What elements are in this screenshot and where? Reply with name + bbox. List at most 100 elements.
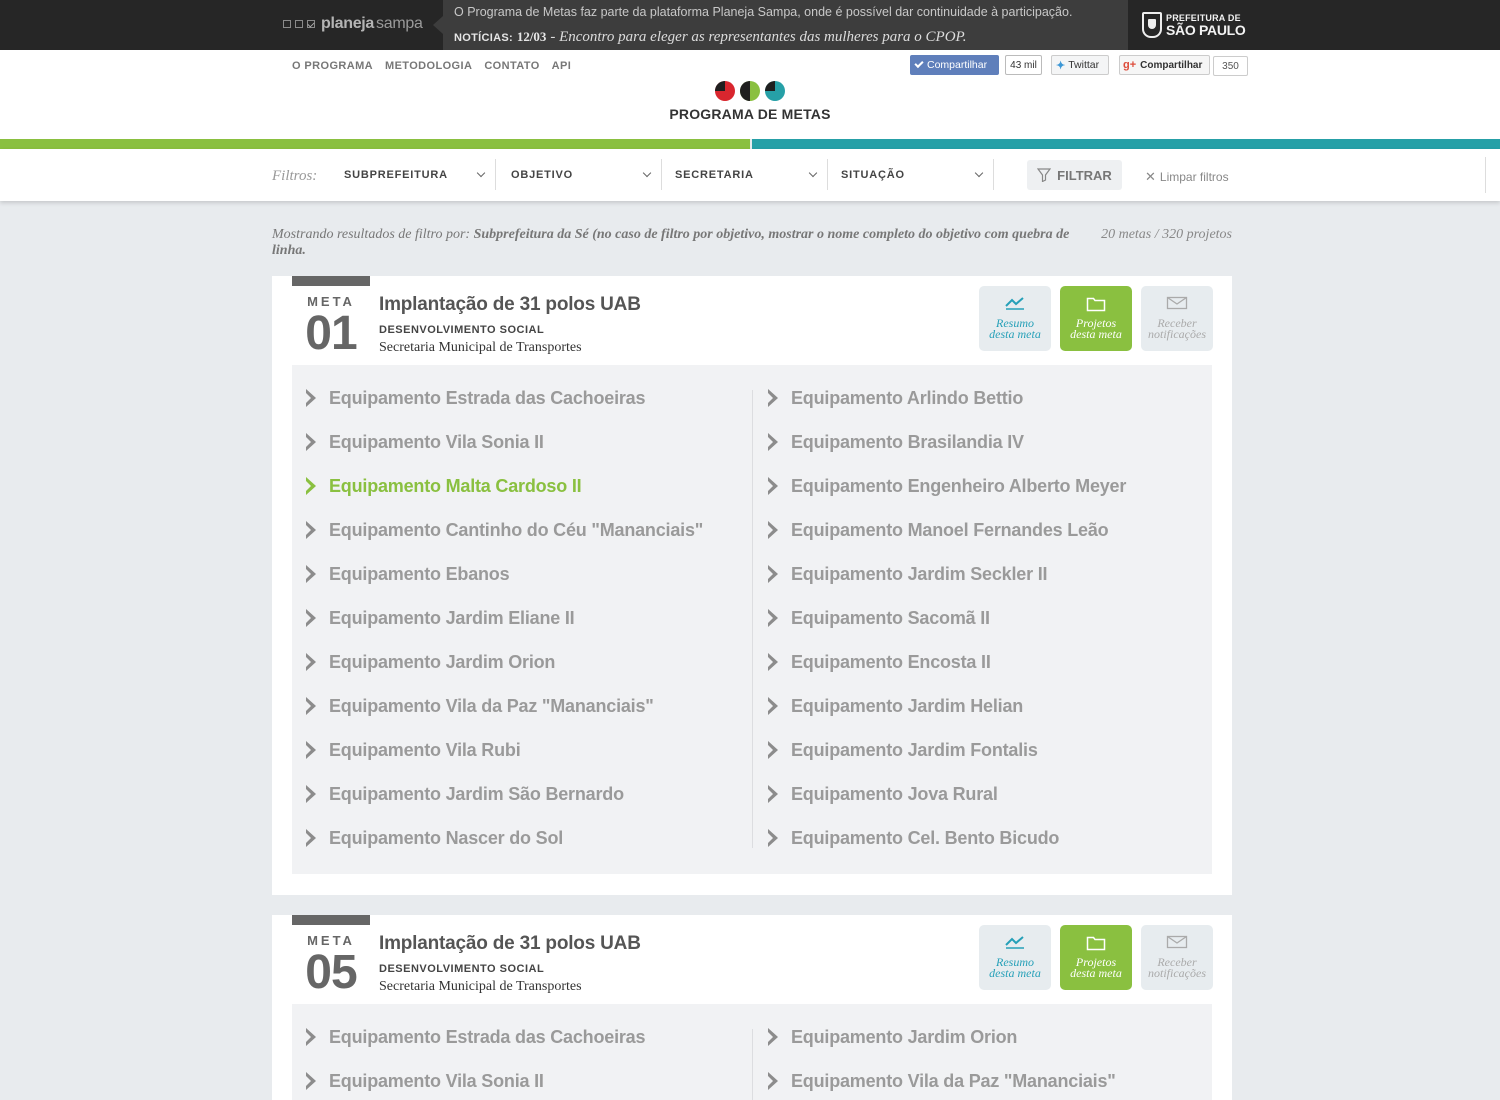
project-item[interactable]: Equipamento Brasilandia IV bbox=[768, 430, 1024, 454]
check-icon bbox=[914, 58, 924, 69]
chevron-right-icon bbox=[306, 521, 316, 539]
news-headline[interactable]: - Encontro para eleger as representantes… bbox=[550, 29, 966, 45]
project-name: Equipamento Vila da Paz "Mananciais" bbox=[791, 1070, 1116, 1091]
project-item-active[interactable]: Equipamento Malta Cardoso II bbox=[306, 474, 582, 498]
project-item[interactable]: Equipamento Jardim Fontalis bbox=[768, 738, 1038, 762]
receber-notificacoes-button[interactable]: Receber notificações bbox=[1141, 286, 1213, 351]
clear-filters-link[interactable]: ✕ Limpar filtros bbox=[1145, 169, 1229, 185]
filter-subprefeitura-select[interactable]: SUBPREFEITURA bbox=[336, 159, 494, 190]
filter-objetivo-select[interactable]: OBJETIVO bbox=[503, 159, 660, 190]
project-item[interactable]: Equipamento Jardim Orion bbox=[768, 1025, 1017, 1049]
project-item[interactable]: Equipamento Jardim Eliane II bbox=[306, 606, 575, 630]
project-name: Equipamento Encosta II bbox=[791, 651, 991, 672]
google-plus-icon: g+ bbox=[1123, 59, 1137, 71]
site-title[interactable]: PROGRAMA DE METAS bbox=[600, 106, 900, 122]
project-item[interactable]: Equipamento Sacomã II bbox=[768, 606, 990, 630]
meta-title[interactable]: Implantação de 31 polos UAB bbox=[379, 294, 641, 316]
project-name: Equipamento Ebanos bbox=[329, 563, 510, 584]
project-item[interactable]: Equipamento Jardim São Bernardo bbox=[306, 782, 624, 806]
project-name: Equipamento Estrada das Cachoeiras bbox=[329, 387, 646, 408]
nav-contato[interactable]: CONTATO bbox=[484, 60, 539, 72]
project-item[interactable]: Equipamento Cel. Bento Bicudo bbox=[768, 826, 1059, 850]
nav-metodologia[interactable]: METODOLOGIA bbox=[385, 60, 472, 72]
chevron-down-icon bbox=[476, 168, 486, 177]
chevron-right-icon bbox=[306, 1028, 316, 1046]
filter-situacao-select[interactable]: SITUAÇÃO bbox=[833, 159, 992, 190]
project-item[interactable]: Equipamento Jova Rural bbox=[768, 782, 998, 806]
programa-de-metas-logo-icon[interactable] bbox=[714, 80, 786, 102]
envelope-icon bbox=[1166, 296, 1188, 310]
meta-secretaria: Secretaria Municipal de Transportes bbox=[379, 979, 582, 994]
filter-button[interactable]: FILTRAR bbox=[1027, 160, 1122, 190]
resumo-meta-button[interactable]: Resumo desta meta bbox=[979, 286, 1051, 351]
project-name: Equipamento Jardim Seckler II bbox=[791, 563, 1048, 584]
meta-title[interactable]: Implantação de 31 polos UAB bbox=[379, 933, 641, 955]
brand-text-bold: planeja bbox=[321, 15, 375, 32]
project-item[interactable]: Equipamento Jardim Orion bbox=[306, 650, 555, 674]
chevron-right-icon bbox=[768, 389, 778, 407]
resumo-meta-button[interactable]: Resumo desta meta bbox=[979, 925, 1051, 990]
nav-o-programa[interactable]: O PROGRAMA bbox=[292, 60, 373, 72]
filters-label: Filtros: bbox=[272, 168, 318, 184]
project-item[interactable]: Equipamento Jardim Helian bbox=[768, 694, 1023, 718]
project-name: Equipamento Estrada das Cachoeiras bbox=[329, 1026, 646, 1047]
project-name: Equipamento Vila Sonia II bbox=[329, 1070, 544, 1091]
receber-label-2: notificações bbox=[1148, 966, 1206, 980]
info-banner: O Programa de Metas faz parte da platafo… bbox=[433, 0, 1128, 50]
project-item[interactable]: Equipamento Vila Rubi bbox=[306, 738, 521, 762]
project-item[interactable]: Equipamento Vila da Paz "Mananciais" bbox=[306, 694, 654, 718]
project-item[interactable]: Equipamento Estrada das Cachoeiras bbox=[306, 386, 646, 410]
project-list: Equipamento Estrada das Cachoeiras Equip… bbox=[292, 365, 1212, 874]
news-date: 12/03 bbox=[516, 29, 547, 44]
project-item[interactable]: Equipamento Vila Sonia II bbox=[306, 430, 544, 454]
project-name: Equipamento Vila Sonia II bbox=[329, 431, 544, 452]
chevron-right-icon bbox=[306, 653, 316, 671]
folder-icon bbox=[1086, 936, 1106, 951]
filter-divider bbox=[827, 159, 828, 190]
project-item[interactable]: Equipamento Encosta II bbox=[768, 650, 991, 674]
list-column-divider bbox=[752, 390, 753, 848]
meta-card: META 01 Implantação de 31 polos UAB DESE… bbox=[272, 276, 1232, 895]
project-item[interactable]: Equipamento Engenheiro Alberto Meyer bbox=[768, 474, 1126, 498]
chevron-down-icon bbox=[808, 168, 818, 177]
project-item[interactable]: Equipamento Nascer do Sol bbox=[306, 826, 563, 850]
filter-secretaria-select[interactable]: SECRETARIA bbox=[667, 159, 826, 190]
chevron-right-icon bbox=[768, 741, 778, 759]
twitter-share-label: Twittar bbox=[1068, 59, 1100, 71]
meta-tab bbox=[292, 915, 370, 925]
planejasampa-logo[interactable]: planeja sampa bbox=[283, 14, 423, 34]
project-item[interactable]: Equipamento Vila Sonia II bbox=[306, 1069, 544, 1093]
project-item[interactable]: Equipamento Vila da Paz "Mananciais" bbox=[768, 1069, 1116, 1093]
project-name: Equipamento Brasilandia IV bbox=[791, 431, 1024, 452]
projetos-meta-button[interactable]: Projetos desta meta bbox=[1060, 925, 1132, 990]
chevron-right-icon bbox=[306, 785, 316, 803]
meta-number: 01 bbox=[305, 307, 357, 360]
project-item[interactable]: Equipamento Ebanos bbox=[306, 562, 510, 586]
project-name: Equipamento Malta Cardoso II bbox=[329, 475, 582, 496]
meta-secretaria: Secretaria Municipal de Transportes bbox=[379, 340, 582, 355]
chevron-right-icon bbox=[768, 785, 778, 803]
project-item[interactable]: Equipamento Estrada das Cachoeiras bbox=[306, 1025, 646, 1049]
twitter-share-button[interactable]: ✦ Twittar bbox=[1051, 55, 1109, 75]
nav-api[interactable]: API bbox=[552, 60, 572, 72]
facebook-share-button[interactable]: Compartilhar bbox=[910, 55, 999, 75]
project-item[interactable]: Equipamento Manoel Fernandes Leão bbox=[768, 518, 1109, 542]
chevron-right-icon bbox=[768, 433, 778, 451]
news-ticker[interactable]: NOTÍCIAS: 12/03 - Encontro para eleger a… bbox=[454, 28, 967, 46]
project-item[interactable]: Equipamento Arlindo Bettio bbox=[768, 386, 1023, 410]
chevron-right-icon bbox=[768, 477, 778, 495]
google-plus-share-button[interactable]: g+ Compartilhar bbox=[1119, 55, 1210, 75]
project-name: Equipamento Vila da Paz "Mananciais" bbox=[329, 695, 654, 716]
project-name: Equipamento Jardim Helian bbox=[791, 695, 1024, 716]
envelope-icon bbox=[1166, 935, 1188, 949]
projetos-meta-button[interactable]: Projetos desta meta bbox=[1060, 286, 1132, 351]
project-item[interactable]: Equipamento Cantinho do Céu "Mananciais" bbox=[306, 518, 703, 542]
project-item[interactable]: Equipamento Jardim Seckler II bbox=[768, 562, 1047, 586]
chevron-down-icon bbox=[974, 168, 984, 177]
folder-icon bbox=[1086, 297, 1106, 312]
receber-notificacoes-button[interactable]: Receber notificações bbox=[1141, 925, 1213, 990]
box-icon bbox=[283, 20, 291, 28]
project-name: Equipamento Cel. Bento Bicudo bbox=[791, 827, 1060, 848]
chevron-right-icon bbox=[768, 521, 778, 539]
prefeitura-logo[interactable]: PREFEITURA DE SÃO PAULO bbox=[1142, 11, 1246, 39]
